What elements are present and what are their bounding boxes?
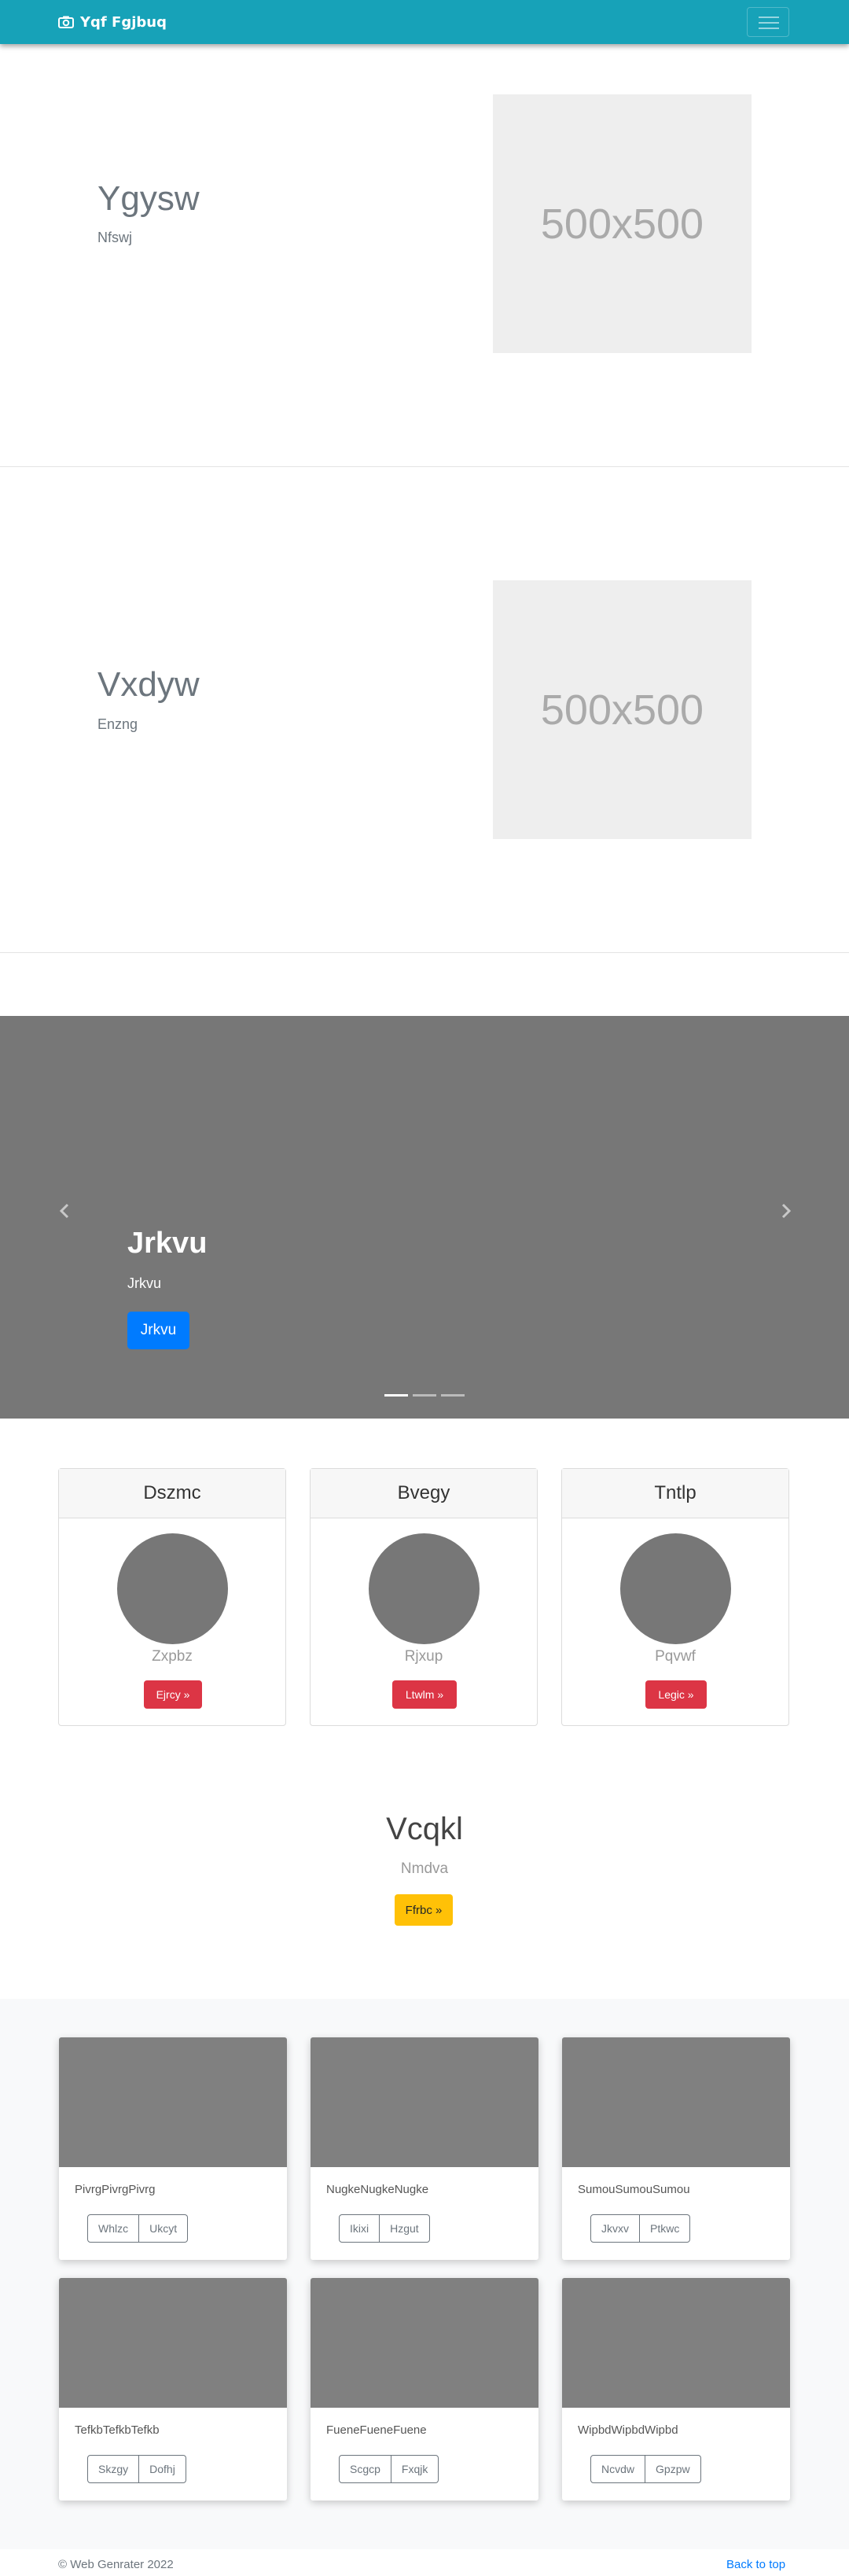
chevron-right-icon[interactable] — [770, 1195, 802, 1227]
placeholder-label: 500x500 — [540, 200, 704, 248]
profile-card: Tntlp Pqvwf Legic » — [561, 1468, 789, 1726]
card-thumbnail — [311, 2037, 538, 2167]
card-text: FueneFueneFuene — [326, 2423, 427, 2437]
card-button[interactable]: Ikixi — [339, 2214, 380, 2243]
card-button[interactable]: Jkvxv — [590, 2214, 640, 2243]
card-thumbnail — [562, 2278, 790, 2408]
album-section: PivrgPivrgPivrg Whlzc Ukcyt NugkeNugkeNu… — [0, 1999, 849, 2549]
avatar — [369, 1533, 480, 1644]
avatar — [117, 1533, 228, 1644]
hamburger-icon-line — [759, 28, 779, 29]
hero-title: Vxdyw — [97, 665, 200, 704]
chevron-left-icon[interactable] — [49, 1195, 80, 1227]
hero-section-2: Vxdyw Enzng 500x500 — [0, 467, 849, 953]
card-text: NugkeNugkeNugke — [326, 2183, 429, 2196]
footer-copyright: © Web Genrater 2022 — [58, 2558, 174, 2571]
placeholder-label: 500x500 — [540, 686, 704, 734]
album-card: SumouSumouSumou Jkvxv Ptkwc — [562, 2037, 790, 2260]
back-to-top-link[interactable]: Back to top — [726, 2558, 785, 2571]
album-card: PivrgPivrgPivrg Whlzc Ukcyt — [59, 2037, 287, 2260]
placeholder-image: 500x500 — [493, 94, 752, 353]
profile-card-header: Tntlp — [562, 1469, 788, 1518]
card-button[interactable]: Fxqjk — [391, 2455, 439, 2483]
album-card: WipbdWipbdWipbd Ncvdw Gpzpw — [562, 2278, 790, 2501]
carousel-indicator[interactable] — [413, 1394, 436, 1397]
carousel-button[interactable]: Jrkvu — [127, 1312, 189, 1349]
card-button[interactable]: Skzgy — [87, 2455, 140, 2483]
navbar-toggler-button[interactable] — [747, 7, 789, 37]
profile-button[interactable]: Ltwlm » — [392, 1680, 457, 1709]
camera-icon — [58, 16, 74, 28]
placeholder-image: 500x500 — [493, 580, 752, 839]
profile-name: Pqvwf — [655, 1648, 696, 1665]
card-text: SumouSumouSumou — [578, 2183, 690, 2196]
card-text: TefkbTefkbTefkb — [75, 2423, 160, 2437]
brand-text: Yqf Fgjbuq — [80, 13, 167, 31]
cta-button[interactable]: Ffrbc » — [395, 1894, 453, 1926]
album-card: NugkeNugkeNugke Ikixi Hzgut — [311, 2037, 538, 2260]
card-button[interactable]: Scgcp — [339, 2455, 391, 2483]
card-button[interactable]: Gpzpw — [645, 2455, 701, 2483]
hero-subtitle: Nfswj — [97, 230, 132, 245]
profile-button[interactable]: Legic » — [645, 1680, 707, 1709]
profile-card: Bvegy Rjxup Ltwlm » — [310, 1468, 538, 1726]
album-card: TefkbTefkbTefkb Skzgy Dofhj — [59, 2278, 287, 2501]
card-button[interactable]: Hzgut — [380, 2214, 430, 2243]
brand-link[interactable]: Yqf Fgjbuq — [58, 13, 167, 31]
hamburger-icon-line — [759, 22, 779, 24]
profile-name: Zxpbz — [152, 1648, 193, 1665]
card-button-group: Whlzc Ukcyt — [87, 2214, 189, 2243]
card-button[interactable]: Dofhj — [139, 2455, 186, 2483]
card-button[interactable]: Ncvdw — [590, 2455, 646, 2483]
profile-card-header: Dszmc — [59, 1469, 285, 1518]
hamburger-icon — [759, 17, 779, 18]
card-thumbnail — [59, 2278, 287, 2408]
card-button[interactable]: Ukcyt — [139, 2214, 189, 2243]
navbar: Yqf Fgjbuq — [0, 0, 849, 44]
card-button-group: Ikixi Hzgut — [339, 2214, 430, 2243]
card-button-group: Ncvdw Gpzpw — [590, 2455, 701, 2483]
profile-name: Rjxup — [404, 1648, 443, 1665]
cta-title: Vcqkl — [386, 1812, 463, 1846]
profile-card-header: Bvegy — [311, 1469, 537, 1518]
card-thumbnail — [562, 2037, 790, 2167]
card-thumbnail — [311, 2278, 538, 2408]
carousel-indicator[interactable] — [441, 1394, 465, 1397]
profile-card: Dszmc Zxpbz Ejrcy » — [58, 1468, 286, 1726]
card-text: WipbdWipbdWipbd — [578, 2423, 678, 2437]
carousel: Jrkvu Jrkvu Jrkvu — [0, 1016, 849, 1419]
card-button-group: Skzgy Dofhj — [87, 2455, 186, 2483]
card-text: PivrgPivrgPivrg — [75, 2183, 156, 2196]
carousel-title: Jrkvu — [127, 1227, 208, 1260]
album-card: FueneFueneFuene Scgcp Fxqjk — [311, 2278, 538, 2501]
card-button[interactable]: Whlzc — [87, 2214, 140, 2243]
cta-subtitle: Nmdva — [400, 1860, 449, 1877]
profile-button[interactable]: Ejrcy » — [144, 1680, 202, 1709]
hero-title: Ygysw — [97, 179, 200, 218]
card-thumbnail — [59, 2037, 287, 2167]
carousel-indicator[interactable] — [384, 1394, 408, 1397]
card-button-group: Scgcp Fxqjk — [339, 2455, 439, 2483]
hero-subtitle: Enzng — [97, 716, 138, 732]
hero-section-1: Ygysw Nfswj 500x500 — [0, 44, 849, 467]
carousel-indicators — [384, 1394, 465, 1397]
carousel-subtitle: Jrkvu — [127, 1275, 162, 1291]
card-button[interactable]: Ptkwc — [640, 2214, 691, 2243]
avatar — [620, 1533, 731, 1644]
card-button-group: Jkvxv Ptkwc — [590, 2214, 691, 2243]
